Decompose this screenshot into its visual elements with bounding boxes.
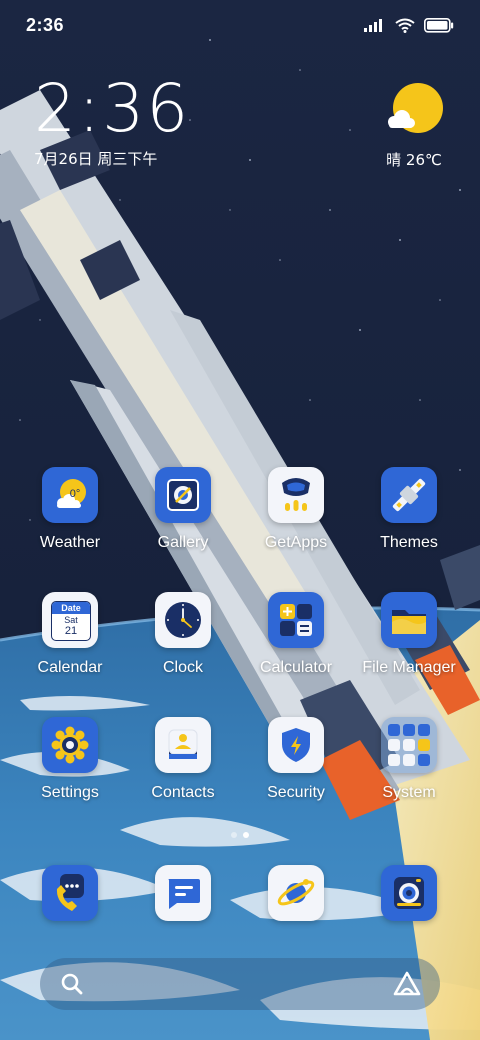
calendar-day: 21 <box>64 625 78 637</box>
weather-icon: 0° <box>42 467 98 523</box>
phone-icon <box>42 865 98 921</box>
page-dot[interactable] <box>231 832 237 838</box>
assistant-icon[interactable] <box>392 970 422 998</box>
clock-icon <box>155 592 211 648</box>
calculator-icon <box>268 592 324 648</box>
search-bar[interactable] <box>40 958 440 1010</box>
dock <box>0 865 480 925</box>
app-calendar[interactable]: Date Sat 21 Calendar <box>14 592 126 677</box>
calendar-header: Date <box>52 602 90 614</box>
app-label: Clock <box>162 659 203 676</box>
messages-icon <box>155 865 211 921</box>
app-label: Security <box>267 784 325 801</box>
app-label: File Manager <box>362 659 456 676</box>
app-label: System <box>382 784 436 801</box>
folder-icon <box>381 592 437 648</box>
app-label: Themes <box>380 534 438 551</box>
satellite-icon <box>381 467 437 523</box>
app-folder-system[interactable]: System <box>353 717 465 802</box>
app-label: Calendar <box>37 659 103 676</box>
dock-messages[interactable] <box>127 865 239 921</box>
shield-icon <box>268 717 324 773</box>
search-icon <box>61 973 83 995</box>
app-label: Contacts <box>151 784 215 801</box>
gallery-icon <box>155 467 211 523</box>
app-file-manager[interactable]: File Manager <box>353 592 465 677</box>
dock-camera[interactable] <box>353 865 465 921</box>
weather-temp-badge: 0° <box>70 488 81 500</box>
app-themes[interactable]: Themes <box>353 467 465 552</box>
app-contacts[interactable]: Contacts <box>127 717 239 802</box>
getapps-icon <box>268 467 324 523</box>
app-label: Calculator <box>259 659 333 676</box>
app-label: GetApps <box>264 534 328 551</box>
app-weather[interactable]: 0° Weather <box>14 467 126 552</box>
app-label: Gallery <box>157 534 209 551</box>
app-settings[interactable]: Settings <box>14 717 126 802</box>
page-indicator[interactable] <box>0 829 480 841</box>
app-gallery[interactable]: Gallery <box>127 467 239 552</box>
calendar-icon: Date Sat 21 <box>42 592 98 648</box>
gear-icon <box>42 717 98 773</box>
planet-icon <box>268 865 324 921</box>
app-calculator[interactable]: Calculator <box>240 592 352 677</box>
camera-icon <box>381 865 437 921</box>
app-security[interactable]: Security <box>240 717 352 802</box>
app-clock[interactable]: Clock <box>127 592 239 677</box>
folder-grid-icon <box>381 717 437 773</box>
contacts-icon <box>155 717 211 773</box>
dock-browser[interactable] <box>240 865 352 921</box>
app-label: Weather <box>39 534 101 551</box>
page-dot-active[interactable] <box>243 832 249 838</box>
dock-phone[interactable] <box>14 865 126 921</box>
app-getapps[interactable]: GetApps <box>240 467 352 552</box>
app-label: Settings <box>41 784 99 801</box>
calendar-weekday: Sat <box>64 615 78 625</box>
app-grid: 0° Weather Gallery GetApps Themes Date S… <box>0 0 480 820</box>
